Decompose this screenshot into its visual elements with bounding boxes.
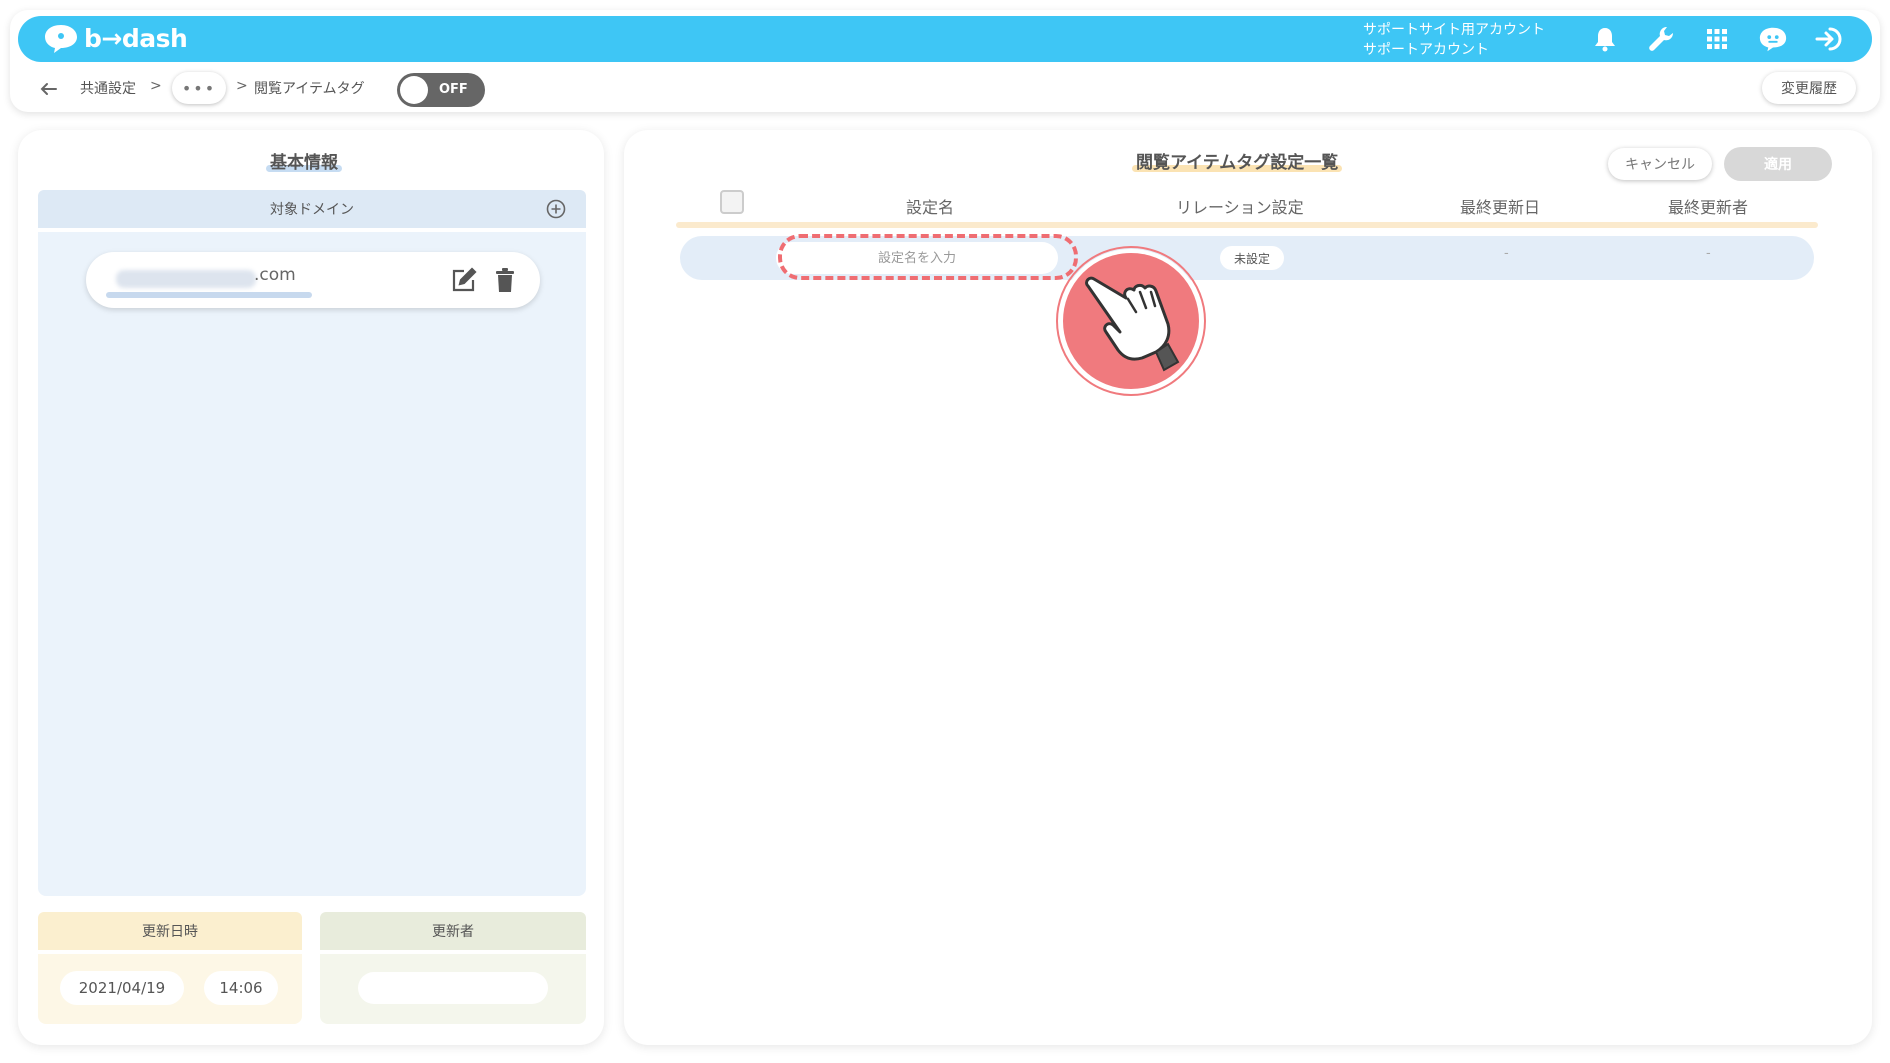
updater-body: [320, 954, 586, 1024]
logout-icon[interactable]: [1814, 24, 1844, 54]
sub-bar: 共通設定 > ••• > 閲覧アイテムタグ OFF 変更履歴: [10, 68, 1880, 112]
tag-list-title: 閲覧アイテムタグ設定一覧: [1132, 148, 1343, 173]
updater-header: 更新者: [320, 912, 586, 950]
updated-at-header: 更新日時: [38, 912, 302, 950]
account-line2: サポートアカウント: [1363, 42, 1489, 58]
updated-at-body: 2021/04/19 14:06: [38, 954, 302, 1024]
select-all-checkbox[interactable]: [720, 190, 744, 214]
last-updated-cell: -: [1504, 246, 1509, 261]
account-line1: サポートサイト用アカウント: [1363, 22, 1545, 38]
domain-underline: [106, 292, 312, 298]
domain-suffix: .com: [254, 265, 296, 285]
target-domain-label: 対象ドメイン: [270, 202, 354, 218]
toggle-label: OFF: [439, 82, 468, 97]
edit-icon[interactable]: [450, 266, 478, 294]
domain-list: .com: [38, 232, 586, 896]
basic-info-title-text: 基本情報: [270, 153, 338, 173]
updater-value: [358, 972, 548, 1004]
toggle-knob: [400, 76, 428, 104]
wrench-icon[interactable]: [1646, 24, 1676, 54]
pointing-hand-icon: [1056, 246, 1206, 396]
header-divider: [676, 222, 1818, 228]
back-arrow-icon[interactable]: [36, 76, 62, 102]
breadcrumb-more-button[interactable]: •••: [172, 72, 226, 104]
trash-icon[interactable]: [494, 267, 516, 293]
top-bar: b→dash サポートサイト用アカウント サポートアカウント: [18, 16, 1872, 62]
bell-icon[interactable]: [1590, 24, 1620, 54]
column-header-last-updated[interactable]: 最終更新日: [1460, 194, 1540, 218]
apps-grid-icon[interactable]: [1702, 24, 1732, 54]
breadcrumb-common-settings[interactable]: 共通設定: [80, 78, 136, 98]
apply-button[interactable]: 適用: [1724, 147, 1832, 181]
updated-time: 14:06: [204, 971, 278, 1005]
column-header-relation[interactable]: リレーション設定: [1176, 194, 1304, 218]
relation-status-badge[interactable]: 未設定: [1220, 246, 1284, 270]
column-header-last-updater[interactable]: 最終更新者: [1668, 194, 1748, 218]
basic-info-panel: 基本情報 対象ドメイン .com 更新日時 2021/04/19 14:06 更…: [18, 130, 604, 1045]
account-info[interactable]: サポートサイト用アカウント サポートアカウント: [1363, 20, 1545, 60]
basic-info-title: 基本情報: [266, 148, 342, 173]
cancel-button[interactable]: キャンセル: [1608, 148, 1712, 180]
add-domain-icon[interactable]: [546, 199, 566, 219]
domain-name-redacted: [116, 270, 256, 288]
column-header-setting-name[interactable]: 設定名: [906, 194, 954, 218]
domain-item[interactable]: .com: [86, 252, 540, 308]
breadcrumb-separator: >: [150, 78, 162, 94]
breadcrumb-separator: >: [236, 78, 248, 94]
chatbot-icon[interactable]: [1758, 24, 1788, 54]
logo[interactable]: b→dash: [42, 22, 188, 54]
updated-date: 2021/04/19: [60, 971, 184, 1005]
last-updater-cell: -: [1706, 246, 1711, 261]
target-domain-header: 対象ドメイン: [38, 190, 586, 228]
status-toggle[interactable]: OFF: [397, 73, 485, 107]
breadcrumb-current: 閲覧アイテムタグ: [254, 81, 365, 97]
input-highlight-ring: [778, 234, 1078, 280]
header-card: b→dash サポートサイト用アカウント サポートアカウント 共通設定 > ••…: [10, 10, 1880, 112]
logo-bubble-icon: [45, 25, 77, 53]
logo-text: b→dash: [84, 23, 188, 53]
tag-list-title-text: 閲覧アイテムタグ設定一覧: [1136, 153, 1339, 173]
tag-list-panel: 閲覧アイテムタグ設定一覧 キャンセル 適用 設定名 リレーション設定 最終更新日…: [624, 130, 1872, 1045]
change-history-button[interactable]: 変更履歴: [1762, 72, 1856, 104]
